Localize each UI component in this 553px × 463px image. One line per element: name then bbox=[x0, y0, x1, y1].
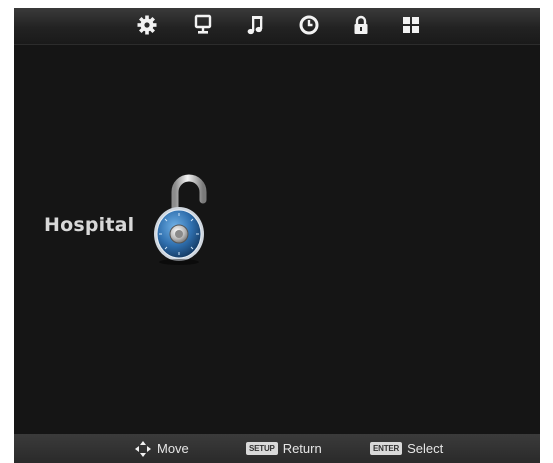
setup-key-badge: SETUP bbox=[246, 442, 278, 455]
select-hint-label: Select bbox=[407, 441, 444, 456]
menu-item-label[interactable]: Hospital bbox=[44, 214, 134, 236]
padlock-icon[interactable] bbox=[149, 170, 213, 270]
return-hint: SETUP Return bbox=[246, 434, 322, 463]
clock-icon[interactable] bbox=[297, 13, 321, 37]
lock-icon[interactable] bbox=[349, 13, 373, 37]
tv-setup-screen: Hospital Move SETUP Return ENTER Select bbox=[14, 8, 540, 463]
footer-hint-bar: Move SETUP Return ENTER Select bbox=[14, 434, 540, 463]
grid-icon[interactable] bbox=[399, 13, 423, 37]
monitor-icon[interactable] bbox=[191, 13, 215, 37]
return-hint-label: Return bbox=[282, 441, 322, 456]
music-note-icon[interactable] bbox=[244, 13, 268, 37]
select-hint: ENTER Select bbox=[370, 434, 443, 463]
move-hint-label: Move bbox=[157, 441, 189, 456]
gear-icon[interactable] bbox=[135, 13, 159, 37]
directional-pad-icon bbox=[134, 440, 152, 458]
move-hint: Move bbox=[134, 434, 189, 463]
enter-key-badge: ENTER bbox=[370, 442, 403, 455]
setup-tab-bar bbox=[14, 8, 540, 45]
